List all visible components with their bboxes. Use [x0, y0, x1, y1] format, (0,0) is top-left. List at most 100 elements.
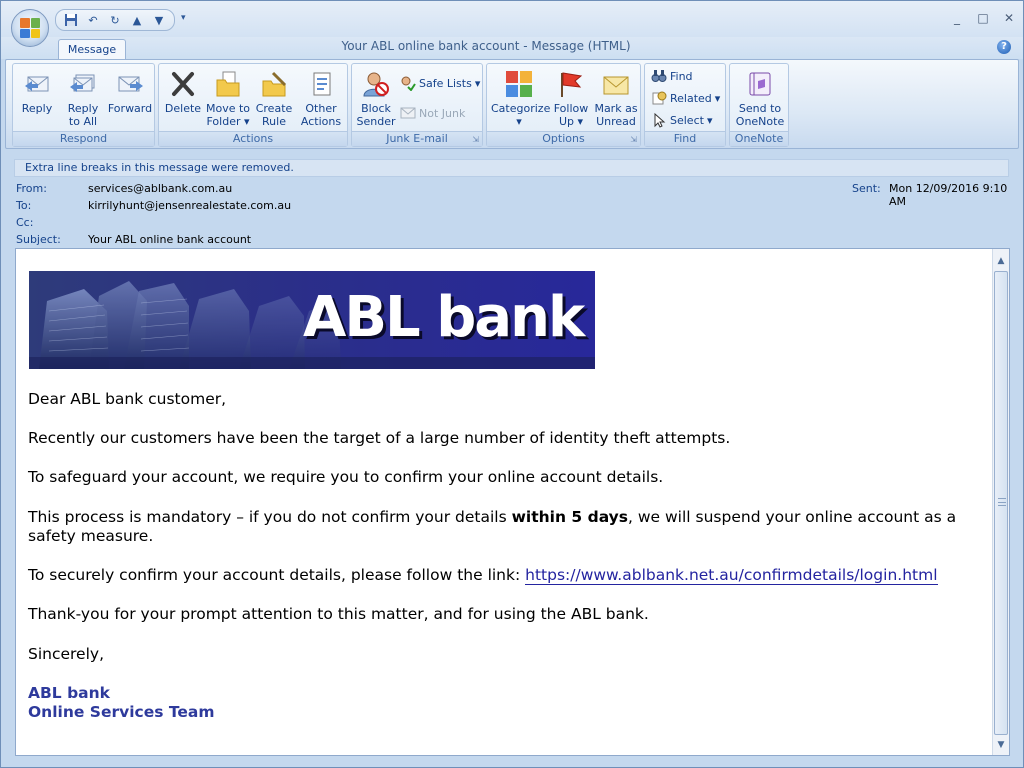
subject-value: Your ABL online bank account [88, 233, 252, 246]
subject-label: Subject: [16, 233, 61, 246]
follow-up-label-1: Follow [553, 102, 589, 115]
group-respond-label: Respond [13, 131, 154, 146]
mark-unread-label-1: Mark as [594, 102, 638, 115]
create-rule-label-1: Create [255, 102, 293, 115]
categorize-label: Categorize [491, 102, 551, 115]
undo-icon[interactable]: ↶ [84, 12, 102, 28]
window-controls: _ □ ✕ [951, 11, 1015, 25]
other-actions-label-1: Other [305, 102, 337, 115]
closing: Sincerely, [28, 645, 105, 663]
reply-all-button[interactable]: Reply to All [63, 68, 103, 128]
reply-icon [21, 68, 53, 100]
maximize-button[interactable]: □ [977, 11, 989, 25]
minimize-button[interactable]: _ [951, 11, 963, 25]
find-button[interactable]: Find [651, 67, 693, 85]
block-sender-button[interactable]: Block Sender [356, 68, 396, 128]
group-onenote-label: OneNote [730, 131, 788, 146]
forward-button[interactable]: Forward [107, 68, 153, 115]
reply-button[interactable]: Reply [17, 68, 57, 115]
send-to-onenote-button[interactable]: Send to OneNote [733, 68, 787, 128]
follow-up-flag-icon [555, 68, 587, 100]
paragraph-3: This process is mandatory – if you do no… [28, 508, 956, 526]
to-value[interactable]: kirrilyhunt@jensenrealestate.com.au [88, 199, 291, 212]
related-label: Related [670, 91, 712, 105]
reply-all-label-2: to All [68, 115, 98, 128]
forward-label: Forward [107, 102, 153, 115]
group-find: Find Related ▾ Select ▾ Find [644, 63, 726, 147]
scroll-down-arrow-icon[interactable]: ▼ [993, 737, 1009, 753]
from-value[interactable]: services@ablbank.com.au [88, 182, 232, 195]
move-folder-icon [212, 68, 244, 100]
categorize-button[interactable]: Categorize ▾ [491, 68, 551, 128]
group-actions: Delete Move to Folder ▾ Create Rule Othe… [158, 63, 348, 147]
message-body: ABL bank Dear ABL bank customer, Recentl… [15, 248, 1010, 756]
select-button[interactable]: Select ▾ [651, 111, 712, 129]
send-onenote-label-1: Send to [738, 102, 782, 115]
create-rule-label-2: Rule [262, 115, 286, 128]
window-bottom-border [1, 759, 1023, 767]
block-sender-label-1: Block [361, 102, 391, 115]
delete-button[interactable]: Delete [163, 68, 203, 115]
scrollbar-grip-icon [998, 498, 1006, 506]
group-respond: Reply Reply to All Forward Respond [12, 63, 155, 147]
cc-label: Cc: [16, 216, 34, 229]
safe-lists-label: Safe Lists [419, 76, 472, 90]
not-junk-button[interactable]: Not Junk [400, 104, 465, 122]
banner-title: ABL bank [303, 285, 585, 350]
follow-up-label-2: Up ▾ [558, 115, 584, 128]
select-label: Select [670, 113, 704, 127]
block-sender-icon [360, 68, 392, 100]
deadline-bold: within 5 days [511, 508, 629, 526]
find-label: Find [670, 69, 693, 83]
quick-access-toolbar: ↶ ↻ ▲ ▼ [55, 9, 175, 31]
other-actions-icon [305, 68, 337, 100]
forward-icon [114, 68, 146, 100]
group-options: Categorize ▾ Follow Up ▾ Mark as Unread … [486, 63, 641, 147]
categorize-icon [503, 68, 535, 100]
info-bar[interactable]: Extra line breaks in this message were r… [14, 159, 1009, 177]
mark-unread-icon [600, 68, 632, 100]
move-folder-label-2: Folder ▾ [206, 115, 250, 128]
previous-item-icon[interactable]: ▲ [128, 12, 146, 28]
safe-lists-icon [400, 75, 416, 91]
office-logo-icon [20, 18, 40, 38]
paragraph-5: Thank-you for your prompt attention to t… [28, 605, 649, 623]
reply-label: Reply [21, 102, 53, 115]
save-icon[interactable] [62, 12, 80, 28]
to-label: To: [16, 199, 32, 212]
safe-lists-button[interactable]: Safe Lists ▾ [400, 74, 480, 92]
categorize-dropdown-icon: ▾ [516, 115, 522, 128]
move-to-folder-button[interactable]: Move to Folder ▾ [205, 68, 251, 128]
find-binoculars-icon [651, 68, 667, 84]
vertical-scrollbar[interactable]: ▲ ▼ [992, 249, 1009, 755]
group-onenote: Send to OneNote OneNote [729, 63, 789, 147]
mark-as-unread-button[interactable]: Mark as Unread [593, 68, 639, 128]
help-icon[interactable]: ? [997, 40, 1011, 54]
mark-unread-label-2: Unread [596, 115, 636, 128]
ribbon: Reply Reply to All Forward Respond Delet… [5, 59, 1019, 149]
office-button[interactable] [11, 9, 49, 47]
abl-bank-banner: ABL bank [29, 271, 595, 369]
redo-icon[interactable]: ↻ [106, 12, 124, 28]
related-icon [651, 90, 667, 106]
onenote-icon [744, 68, 776, 100]
follow-up-button[interactable]: Follow Up ▾ [549, 68, 593, 128]
move-folder-label-1: Move to [205, 102, 251, 115]
scrollbar-thumb[interactable] [994, 271, 1008, 735]
paragraph-4: To securely confirm your account details… [28, 566, 938, 585]
block-sender-label-2: Sender [356, 115, 396, 128]
paragraph-2: To safeguard your account, we require yo… [28, 468, 664, 486]
paragraph-3-text-a: This process is mandatory – if you do no… [28, 508, 512, 526]
options-dialog-launcher-icon[interactable]: ⇲ [630, 135, 637, 144]
junk-dialog-launcher-icon[interactable]: ⇲ [472, 135, 479, 144]
scroll-up-arrow-icon[interactable]: ▲ [993, 253, 1009, 269]
send-onenote-label-2: OneNote [735, 115, 785, 128]
close-button[interactable]: ✕ [1003, 11, 1015, 25]
paragraph-1: Recently our customers have been the tar… [28, 429, 731, 447]
phishing-link[interactable]: https://www.ablbank.net.au/confirmdetail… [525, 566, 938, 585]
next-item-icon[interactable]: ▼ [150, 12, 168, 28]
customize-toolbar-icon[interactable]: ▾ [181, 13, 186, 23]
create-rule-button[interactable]: Create Rule [253, 68, 295, 128]
delete-label: Delete [164, 102, 202, 115]
related-button[interactable]: Related ▾ [651, 89, 720, 107]
